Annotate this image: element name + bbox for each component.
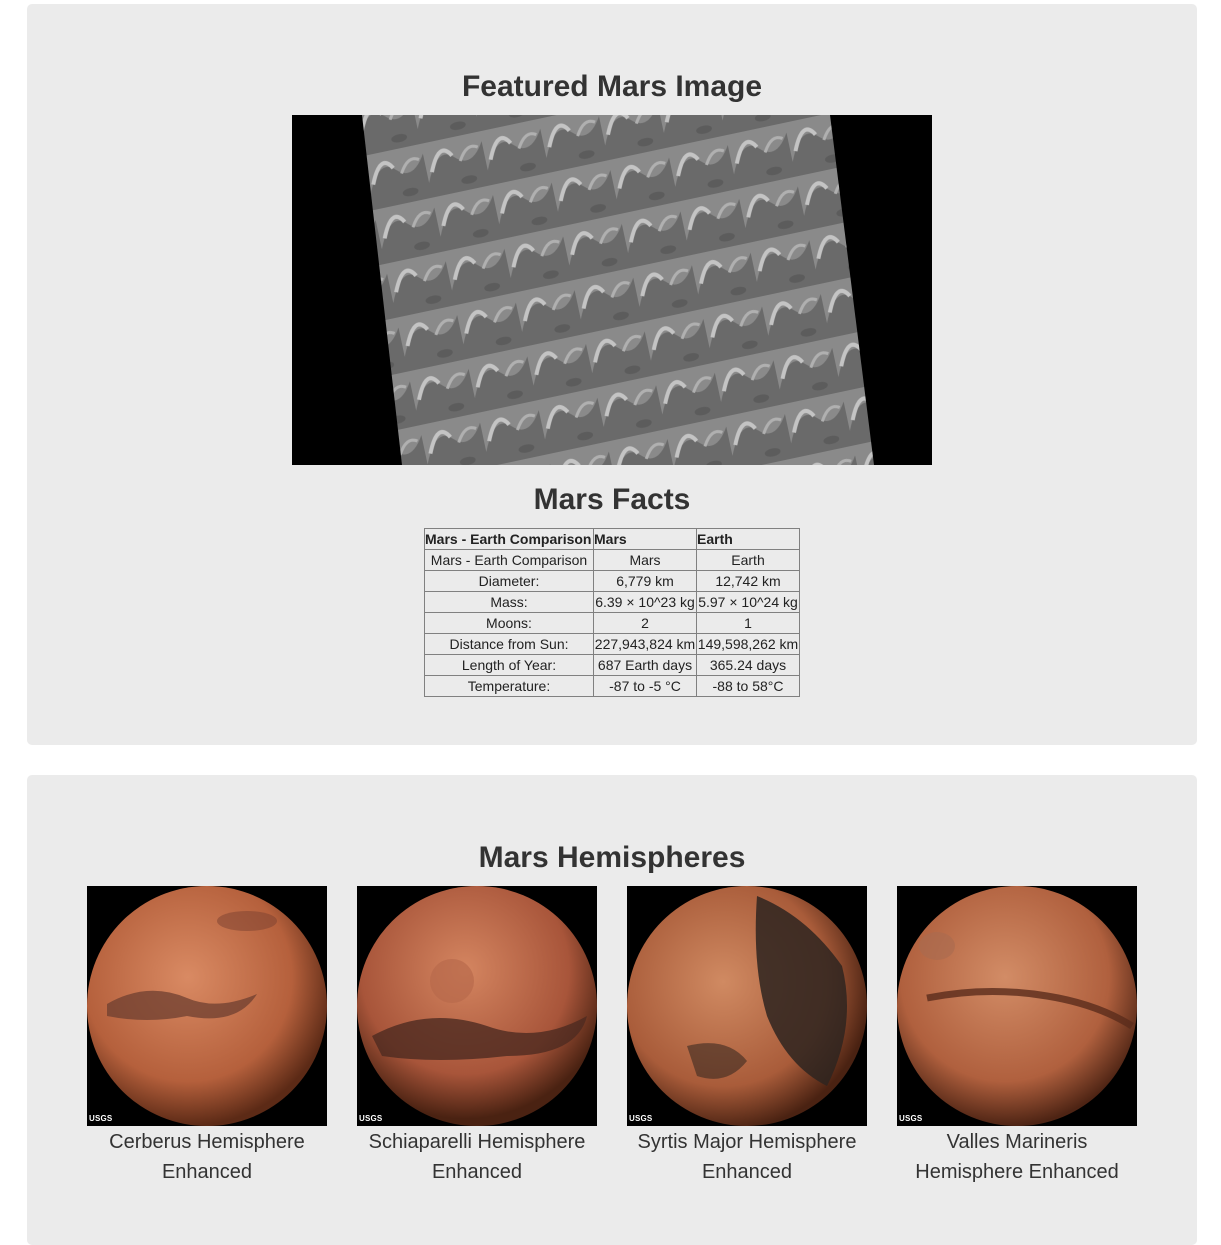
table-row: Moons: 2 1 (424, 612, 800, 634)
hemisphere-caption[interactable]: Valles Marineris Hemisphere Enhanced (897, 1127, 1137, 1187)
table-cell: Distance from Sun: (424, 633, 594, 655)
hemisphere-card-cerberus[interactable]: USGS Cerberus Hemisphere Enhanced (87, 886, 327, 1187)
usgs-logo: USGS (89, 1114, 113, 1123)
table-cell: Temperature: (424, 675, 594, 697)
table-cell: Length of Year: (424, 654, 594, 676)
table-cell: -88 to 58°C (696, 675, 800, 697)
table-row: Diameter: 6,779 km 12,742 km (424, 570, 800, 592)
featured-panel: Featured Mars Image Mars Facts Mars - Ea… (27, 4, 1197, 745)
hemisphere-card-schiaparelli[interactable]: USGS Schiaparelli Hemisphere Enhanced (357, 886, 597, 1187)
table-row: Mass: 6.39 × 10^23 kg 5.97 × 10^24 kg (424, 591, 800, 613)
hemispheres-title: Mars Hemispheres (478, 841, 746, 874)
hemisphere-caption[interactable]: Cerberus Hemisphere Enhanced (87, 1127, 327, 1187)
table-cell: -87 to -5 °C (593, 675, 697, 697)
table-cell: 6.39 × 10^23 kg (593, 591, 697, 613)
table-cell: 2 (593, 612, 697, 634)
table-cell: 12,742 km (696, 570, 800, 592)
table-cell: Moons: (424, 612, 594, 634)
featured-mars-image[interactable] (292, 115, 932, 465)
hemisphere-image-valles-marineris[interactable]: USGS (897, 886, 1137, 1126)
hemisphere-image-syrtis-major[interactable]: USGS (627, 886, 867, 1126)
table-row: Distance from Sun: 227,943,824 km 149,59… (424, 633, 800, 655)
hemisphere-caption[interactable]: Syrtis Major Hemisphere Enhanced (627, 1127, 867, 1187)
table-cell: 365.24 days (696, 654, 800, 676)
mars-facts-table: Mars - Earth Comparison Mars Earth Mars … (424, 528, 800, 697)
table-cell: Diameter: (424, 570, 594, 592)
table-row: Mars - Earth Comparison Mars Earth (424, 549, 800, 571)
table-header-cell: Mars - Earth Comparison (424, 528, 594, 550)
hemisphere-card-valles-marineris[interactable]: USGS Valles Marineris Hemisphere Enhance… (897, 886, 1137, 1187)
table-cell: Mars - Earth Comparison (424, 549, 594, 571)
usgs-logo: USGS (359, 1114, 383, 1123)
table-cell: 227,943,824 km (593, 633, 697, 655)
usgs-logo: USGS (629, 1114, 653, 1123)
table-cell: Mars (593, 549, 697, 571)
table-cell: 6,779 km (593, 570, 697, 592)
featured-image-title: Featured Mars Image (461, 70, 763, 103)
table-header-cell: Mars (593, 528, 697, 550)
hemispheres-panel: Mars Hemispheres USGS Cerberus Hemispher… (27, 775, 1197, 1245)
hemisphere-card-syrtis-major[interactable]: USGS Syrtis Major Hemisphere Enhanced (627, 886, 867, 1187)
hemisphere-caption[interactable]: Schiaparelli Hemisphere Enhanced (357, 1127, 597, 1187)
table-cell: 1 (696, 612, 800, 634)
table-cell: Mass: (424, 591, 594, 613)
table-cell: 149,598,262 km (696, 633, 800, 655)
usgs-logo: USGS (899, 1114, 923, 1123)
hemisphere-image-cerberus[interactable]: USGS (87, 886, 327, 1126)
table-cell: Earth (696, 549, 800, 571)
table-header-cell: Earth (696, 528, 800, 550)
hemisphere-image-schiaparelli[interactable]: USGS (357, 886, 597, 1126)
table-cell: 687 Earth days (593, 654, 697, 676)
table-row: Temperature: -87 to -5 °C -88 to 58°C (424, 675, 800, 697)
facts-title: Mars Facts (533, 483, 691, 516)
table-header-row: Mars - Earth Comparison Mars Earth (424, 528, 800, 550)
table-cell: 5.97 × 10^24 kg (696, 591, 800, 613)
table-row: Length of Year: 687 Earth days 365.24 da… (424, 654, 800, 676)
